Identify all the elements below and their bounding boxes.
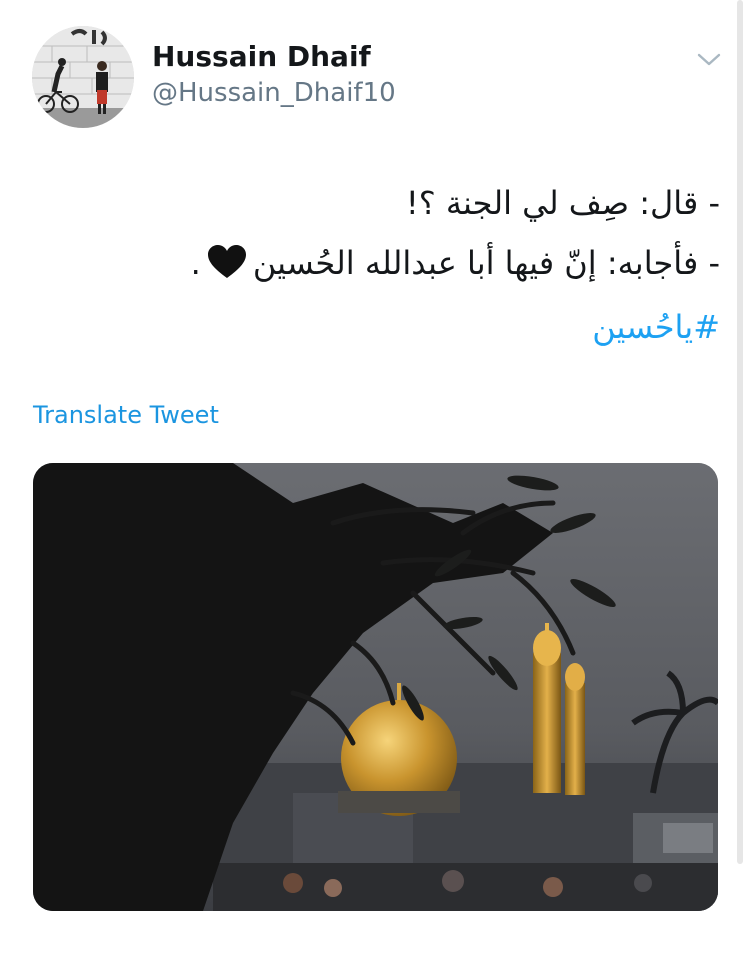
author-display-name[interactable]: Hussain Dhaif — [152, 40, 371, 73]
tweet-text-line-1: - قال: صِف لي الجنة ؟! — [405, 184, 720, 222]
black-heart-icon — [207, 244, 247, 288]
tweet-text-line-2: - فأجابه: إنّ فيها أبا عبدالله الحُسين. — [191, 244, 720, 288]
tweet-media-photo[interactable] — [33, 463, 718, 911]
author-handle[interactable]: @Hussain_Dhaif10 — [152, 78, 396, 108]
tweet-text-line-2-suffix: . — [190, 244, 201, 282]
avatar-photo-icon — [32, 26, 134, 128]
translate-tweet-link[interactable]: Translate Tweet — [33, 401, 219, 429]
tweet-menu-button[interactable] — [694, 48, 724, 70]
avatar[interactable] — [32, 26, 134, 128]
hashtag-link[interactable]: #ياحُسين — [592, 308, 720, 346]
scrollbar[interactable] — [737, 0, 743, 864]
tweet-text-line-2-text: - فأجابه: إنّ فيها أبا عبدالله الحُسين — [252, 244, 720, 282]
shrine-photo-icon — [33, 463, 718, 911]
tweet-card: Hussain Dhaif @Hussain_Dhaif10 - قال: صِ… — [0, 0, 750, 953]
chevron-down-icon — [697, 53, 721, 66]
